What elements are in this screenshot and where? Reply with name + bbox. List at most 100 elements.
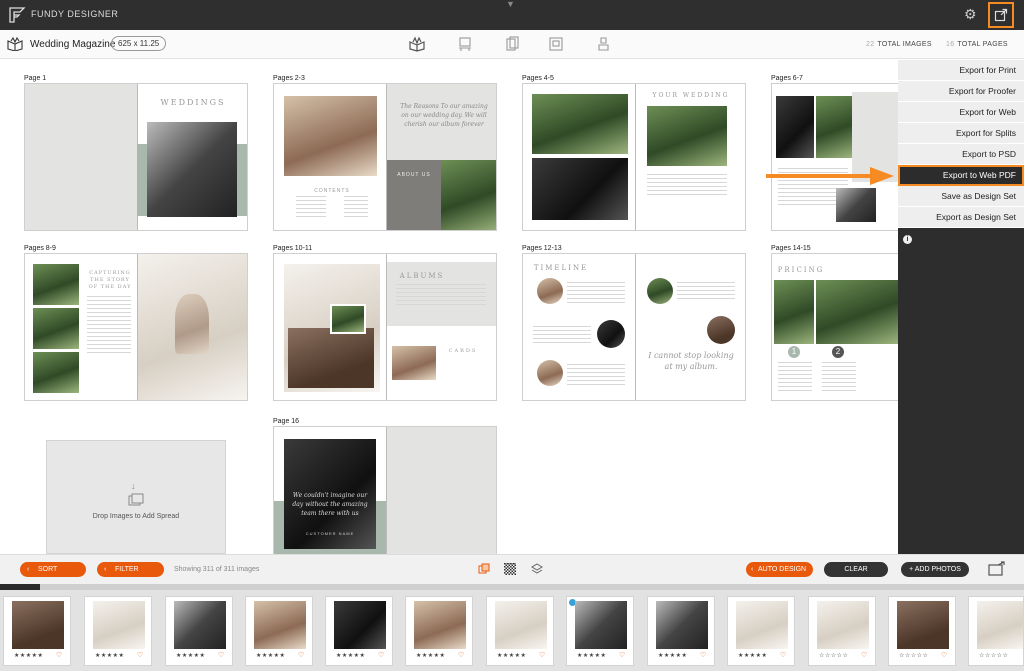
spread-pages-10-11[interactable]: Pages 10-11 ALBUMS CARDS — [273, 245, 497, 401]
spread-label: Pages 4-5 — [522, 75, 554, 82]
filmstrip-scrollbar[interactable] — [0, 584, 1024, 590]
scrollbar-thumb[interactable] — [0, 584, 40, 590]
spread-pages-14-15[interactable]: Pages 14-15 PRICING 1 2 — [771, 245, 898, 401]
app-name: FUNDY DESIGNER — [31, 9, 119, 19]
spread-label: Pages 8-9 — [24, 245, 56, 252]
book-icon — [7, 37, 23, 51]
favorite-heart-icon[interactable]: ♡ — [861, 651, 867, 659]
photo-thumbnail[interactable]: ★★★★★ ♡ — [325, 596, 393, 666]
spread-label: Page 16 — [273, 418, 300, 425]
dropzone-text: Drop Images to Add Spread — [92, 513, 180, 520]
photo-thumbnail[interactable]: ★★★★★ ♡ — [566, 596, 634, 666]
add-photos-button[interactable]: + ADD PHOTOS — [901, 562, 969, 577]
favorite-heart-icon[interactable]: ♡ — [458, 651, 464, 659]
fundy-logo-icon — [9, 7, 26, 23]
photo-filmstrip: ★★★★★ ♡ ★★★★★ ♡ ★★★★★ ♡ ★★★★★ ♡ ★★★★★ ♡ ★★★★★… — [0, 584, 1024, 671]
spread-page-16[interactable]: Page 16 We couldn't imagine our day with… — [273, 418, 497, 554]
favorite-heart-icon[interactable]: ♡ — [700, 651, 706, 659]
spread-label: Pages 10-11 — [273, 245, 313, 252]
export-to-psd[interactable]: Export to PSD — [898, 144, 1024, 165]
pricing-heading: PRICING — [777, 266, 825, 274]
save-as-design-set[interactable]: Save as Design Set — [898, 186, 1024, 207]
export-to-web-pdf[interactable]: Export to Web PDF — [898, 165, 1024, 186]
cards-heading: CARDS — [448, 348, 478, 354]
photo-thumbnail[interactable]: ★★★★★ ♡ — [165, 596, 233, 666]
export-for-print[interactable]: Export for Print — [898, 60, 1024, 81]
clear-button[interactable]: CLEAR — [824, 562, 888, 577]
spread-label: Pages 12-13 — [522, 245, 562, 252]
favorite-heart-icon[interactable]: ♡ — [298, 651, 304, 659]
photo-thumbnail[interactable]: ★★★★★ ♡ — [647, 596, 715, 666]
import-photos-icon[interactable] — [988, 561, 1006, 577]
add-spread-dropzone[interactable]: ↓ Drop Images to Add Spread — [46, 440, 226, 554]
capturing-heading: CAPTURING THE STORY OF THE DAY — [88, 270, 132, 290]
total-images: 22 TOTAL IMAGES — [866, 41, 932, 48]
timeline-heading: TIMELINE — [533, 264, 589, 272]
album-view-icon[interactable] — [409, 36, 425, 52]
action-bar: ‹ SORT ‹ FILTER Showing 311 of 311 images … — [0, 554, 1024, 584]
image-count: Showing 311 of 311 images — [174, 566, 260, 573]
photo-thumbnail[interactable]: ★★★★★ ♡ — [84, 596, 152, 666]
export-button[interactable] — [988, 2, 1014, 28]
favorite-heart-icon[interactable]: ♡ — [218, 651, 224, 659]
unused-photos-icon[interactable] — [478, 563, 490, 575]
album-size[interactable]: 625 x 11.25 — [111, 36, 167, 51]
export-menu-items: Export for Print Export for Proofer Expo… — [898, 60, 1024, 228]
spread-label: Pages 6-7 — [771, 75, 803, 82]
export-as-design-set[interactable]: Export as Design Set — [898, 207, 1024, 228]
auto-design-button[interactable]: ‹ AUTO DESIGN — [746, 562, 813, 577]
total-pages: 16 TOTAL PAGES — [946, 41, 1008, 48]
spread-label: Page 1 — [24, 75, 47, 82]
spread-pages-4-5[interactable]: Pages 4-5 YOUR WEDDING — [522, 75, 746, 231]
sort-button[interactable]: ‹ SORT — [20, 562, 86, 577]
spread-pages-8-9[interactable]: Pages 8-9 CAPTURING THE STORY OF THE DAY — [24, 245, 248, 401]
grid-view-icon[interactable] — [504, 563, 516, 575]
spread-pages-12-13[interactable]: Pages 12-13 TIMELINE I cannot stop looki… — [522, 245, 746, 401]
photo-thumbnail[interactable]: ☆☆☆☆☆ — [968, 596, 1024, 666]
collapse-caret-icon[interactable]: ▼ — [506, 0, 515, 9]
albums-heading: ALBUMS — [399, 272, 445, 280]
external-export-icon — [994, 8, 1008, 22]
download-arrow-icon: ↓ — [131, 481, 136, 491]
favorite-heart-icon[interactable]: ♡ — [56, 651, 62, 659]
customer-name: CUSTOMER NAME — [305, 531, 355, 536]
your-wedding-heading: YOUR WEDDING — [652, 92, 730, 99]
favorite-heart-icon[interactable]: ♡ — [941, 651, 947, 659]
export-for-splits[interactable]: Export for Splits — [898, 123, 1024, 144]
contents-heading: CONTENTS — [314, 188, 350, 194]
spreads-canvas: Page 1 WEDDINGS Pages 2-3 CONTENTS The R… — [0, 60, 898, 554]
wall-art-icon[interactable] — [457, 36, 473, 52]
photo-thumbnail[interactable]: ★★★★★ ♡ — [3, 596, 71, 666]
package-1-badge: 1 — [788, 346, 800, 358]
favorite-heart-icon[interactable]: ♡ — [539, 651, 545, 659]
brand-icon[interactable] — [596, 36, 612, 52]
filter-button[interactable]: ‹ FILTER — [97, 562, 164, 577]
export-menu: Export for Print Export for Proofer Expo… — [898, 60, 1024, 554]
export-for-web[interactable]: Export for Web — [898, 102, 1024, 123]
spread-pages-2-3[interactable]: Pages 2-3 CONTENTS The Reasons To our am… — [273, 75, 497, 231]
photo-thumbnail[interactable]: ☆☆☆☆☆ ♡ — [808, 596, 876, 666]
closing-quote: We couldn't imagine our day without the … — [292, 492, 368, 517]
favorite-heart-icon[interactable]: ♡ — [378, 651, 384, 659]
photo-thumbnail[interactable]: ☆☆☆☆☆ ♡ — [888, 596, 956, 666]
spread-label: Pages 14-15 — [771, 245, 811, 252]
photo-thumbnail[interactable]: ★★★★★ ♡ — [727, 596, 795, 666]
favorite-heart-icon[interactable]: ♡ — [619, 651, 625, 659]
favorite-heart-icon[interactable]: ♡ — [137, 651, 143, 659]
photo-thumbnail[interactable]: ★★★★★ ♡ — [486, 596, 554, 666]
info-icon[interactable]: i — [903, 235, 912, 244]
favorite-heart-icon[interactable]: ♡ — [780, 651, 786, 659]
spread-page-1[interactable]: Page 1 WEDDINGS — [24, 75, 248, 231]
cards-icon[interactable] — [504, 36, 520, 52]
spread-pages-6-7[interactable]: Pages 6-7 — [771, 75, 898, 231]
layout-icon[interactable] — [548, 36, 564, 52]
export-for-proofer[interactable]: Export for Proofer — [898, 81, 1024, 102]
thank-you-quote: The Reasons To our amazing on our weddin… — [400, 103, 488, 128]
project-name[interactable]: Wedding Magazine — [30, 39, 115, 50]
photo-thumbnail[interactable]: ★★★★★ ♡ — [405, 596, 473, 666]
settings-gear-icon[interactable]: ⚙ — [964, 6, 977, 23]
project-toolbar: Wedding Magazine 625 x 11.25 22 TOTAL IMA… — [0, 30, 1024, 59]
layers-icon[interactable] — [531, 563, 543, 575]
weddings-title: WEDDINGS — [160, 98, 226, 107]
photo-thumbnail[interactable]: ★★★★★ ♡ — [245, 596, 313, 666]
